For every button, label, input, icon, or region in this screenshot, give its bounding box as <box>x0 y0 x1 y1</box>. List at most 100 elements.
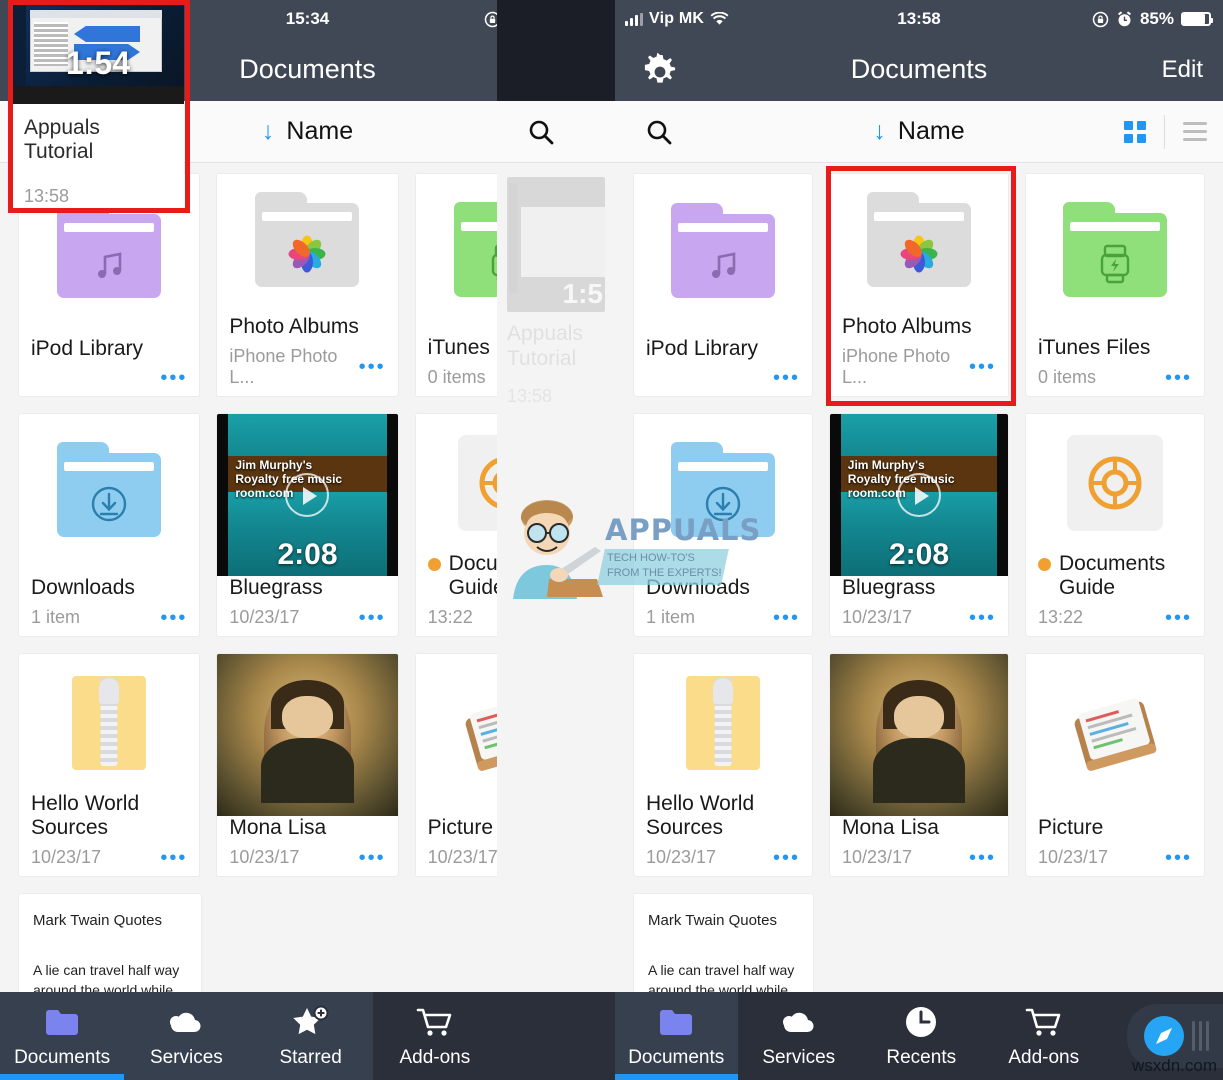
card-title: iTunes Files <box>1038 336 1151 360</box>
card-subtitle: 1 item <box>31 607 81 627</box>
file-card-photo-albums[interactable]: Photo Albums iPhone Photo L... ••• <box>216 173 399 397</box>
drag-handle[interactable] <box>1191 1021 1209 1051</box>
music-folder-icon <box>671 202 775 298</box>
card-meta: 0 items ••• <box>1026 361 1204 396</box>
card-thumbnail <box>217 174 397 315</box>
card-title: Mona Lisa <box>842 816 939 840</box>
card-title: Picture <box>1038 816 1104 840</box>
card-thumbnail <box>634 654 812 792</box>
appuals-watermark-title: APPUALS <box>605 513 762 547</box>
card-title: Mona Lisa <box>229 816 327 840</box>
more-options-icon[interactable]: ••• <box>160 608 187 628</box>
file-card-mona-lisa[interactable]: Mona Lisa 10/23/17 ••• <box>216 653 399 877</box>
more-options-icon[interactable]: ••• <box>359 848 386 868</box>
list-view-icon[interactable] <box>1183 122 1207 141</box>
card-subtitle: 10/23/17 <box>842 847 913 867</box>
more-options-icon[interactable]: ••• <box>1165 848 1192 868</box>
more-options-icon[interactable]: ••• <box>969 848 996 868</box>
card-subtitle: iPhone Photo L... <box>229 346 338 387</box>
sort-arrow-icon: ↓ <box>873 117 886 145</box>
highlighted-card-appuals-tutorial[interactable]: 1:54 Appuals Tutorial 13:58 <box>12 4 184 210</box>
unread-dot-icon <box>427 557 441 571</box>
video-duration: 2:08 <box>888 538 950 572</box>
more-options-icon[interactable]: ••• <box>160 368 187 388</box>
cart-icon <box>416 1004 454 1040</box>
card-title: Documents Guide <box>1026 552 1204 601</box>
tab-services[interactable]: Services <box>738 992 861 1080</box>
card-thumbnail <box>1026 414 1204 552</box>
usb-folder-icon <box>1063 202 1167 298</box>
tab-services[interactable]: Services <box>124 992 249 1080</box>
photos-flower-icon <box>900 235 938 273</box>
more-options-icon[interactable]: ••• <box>773 608 800 628</box>
folder-icon <box>44 1004 80 1040</box>
card-meta: iPhone Photo L... ••• <box>217 340 397 396</box>
card-thumbnail <box>19 654 199 792</box>
card-meta: 10/23/17 ••• <box>217 841 397 876</box>
card-subtitle: 10/23/17 <box>229 847 300 867</box>
file-card-itunes-files[interactable]: iTunes Files 0 items ••• <box>1025 173 1205 397</box>
more-options-icon[interactable]: ••• <box>773 368 800 388</box>
card-subtitle: 10/23/17 <box>842 607 913 627</box>
file-card-bluegrass[interactable]: Jim Murphy's Royalty free music room.com… <box>216 413 399 637</box>
tab-recents[interactable]: Recents <box>860 992 983 1080</box>
star-plus-icon <box>292 1004 330 1040</box>
more-options-icon[interactable]: ••• <box>773 848 800 868</box>
card-title: Hello World Sources <box>31 791 140 840</box>
file-card-hello-world-sources[interactable]: Hello World Sources 10/23/17 ••• <box>633 653 813 877</box>
ghost-video-duration: 1:5 <box>562 278 603 309</box>
card-subtitle: 10/23/17 <box>646 847 717 867</box>
right-toolbar: ↓ Name <box>615 101 1223 163</box>
card-thumbnail <box>634 174 812 337</box>
card-meta: iPhone Photo L... ••• <box>830 340 1008 396</box>
file-card-downloads[interactable]: Downloads 1 item ••• <box>18 413 201 637</box>
card-thumbnail <box>830 654 1008 817</box>
file-card-hello-world-sources[interactable]: Hello World Sources 10/23/17 ••• <box>18 653 201 877</box>
right-grid-row: iPod Library ••• Photo Albums iPhone Pho… <box>615 173 1223 413</box>
tab-addons[interactable]: Add-ons <box>373 992 497 1080</box>
tab-addons[interactable]: Add-ons <box>983 992 1106 1080</box>
more-options-icon[interactable]: ••• <box>969 357 996 377</box>
appuals-mascot-icon <box>513 500 603 599</box>
cloud-icon <box>780 1004 818 1040</box>
middle-nav-bar <box>497 38 615 101</box>
highlighted-card-meta: 13:58 <box>24 186 70 206</box>
card-meta: 10/23/17 ••• <box>19 841 199 876</box>
grid-view-icon[interactable] <box>1124 120 1146 143</box>
battery-icon <box>1181 12 1213 26</box>
card-meta: 10/23/17 ••• <box>830 601 1008 636</box>
tab-starred[interactable]: Starred <box>248 992 373 1080</box>
file-card-documents-guide[interactable]: Documents Guide 13:22 ••• <box>1025 413 1205 637</box>
compass-icon <box>1143 1016 1184 1056</box>
more-options-icon[interactable]: ••• <box>359 357 386 377</box>
right-file-grid: iPod Library ••• Photo Albums iPhone Pho… <box>615 163 1223 1069</box>
file-card-ipod-library[interactable]: iPod Library ••• <box>633 173 813 397</box>
card-title: Photo Albums <box>842 315 972 339</box>
card-meta: ••• <box>19 362 199 396</box>
gear-icon[interactable] <box>615 52 677 87</box>
middle-ghost-card[interactable]: 1:5 Appuals Tutorial 13:58 <box>497 163 615 407</box>
tab-documents[interactable]: Documents <box>615 992 738 1080</box>
video-thumbnail: Jim Murphy's Royalty free music room.com… <box>830 414 1008 577</box>
appuals-watermark: APPUALS TECH HOW-TO'S FROM THE EXPERTS! <box>497 495 760 605</box>
more-options-icon[interactable]: ••• <box>160 848 187 868</box>
more-options-icon[interactable]: ••• <box>1165 368 1192 388</box>
file-card-mona-lisa[interactable]: Mona Lisa 10/23/17 ••• <box>829 653 1009 877</box>
more-options-icon[interactable]: ••• <box>359 608 386 628</box>
card-thumbnail: Jim Murphy's Royalty free music room.com… <box>217 414 398 577</box>
right-status-time: 13:58 <box>897 9 941 28</box>
more-options-icon[interactable]: ••• <box>1165 608 1192 628</box>
photos-folder-icon <box>255 191 360 287</box>
file-card-bluegrass[interactable]: Jim Murphy's Royalty free music room.com… <box>829 413 1009 637</box>
card-subtitle: 10/23/17 <box>31 847 102 867</box>
search-icon <box>529 120 554 144</box>
middle-search-button[interactable] <box>497 118 555 146</box>
right-sort-label: Name <box>897 117 965 145</box>
file-card-picture[interactable]: Picture 10/23/17 ••• <box>1025 653 1205 877</box>
card-meta: 13:22 ••• <box>1026 601 1204 636</box>
right-edit-button[interactable]: Edit <box>1162 56 1223 84</box>
more-options-icon[interactable]: ••• <box>969 608 996 628</box>
file-card-photo-albums[interactable]: Photo Albums iPhone Photo L... ••• <box>829 173 1009 397</box>
card-meta: 10/23/17 ••• <box>1026 841 1204 876</box>
tab-documents[interactable]: Documents <box>0 992 125 1080</box>
